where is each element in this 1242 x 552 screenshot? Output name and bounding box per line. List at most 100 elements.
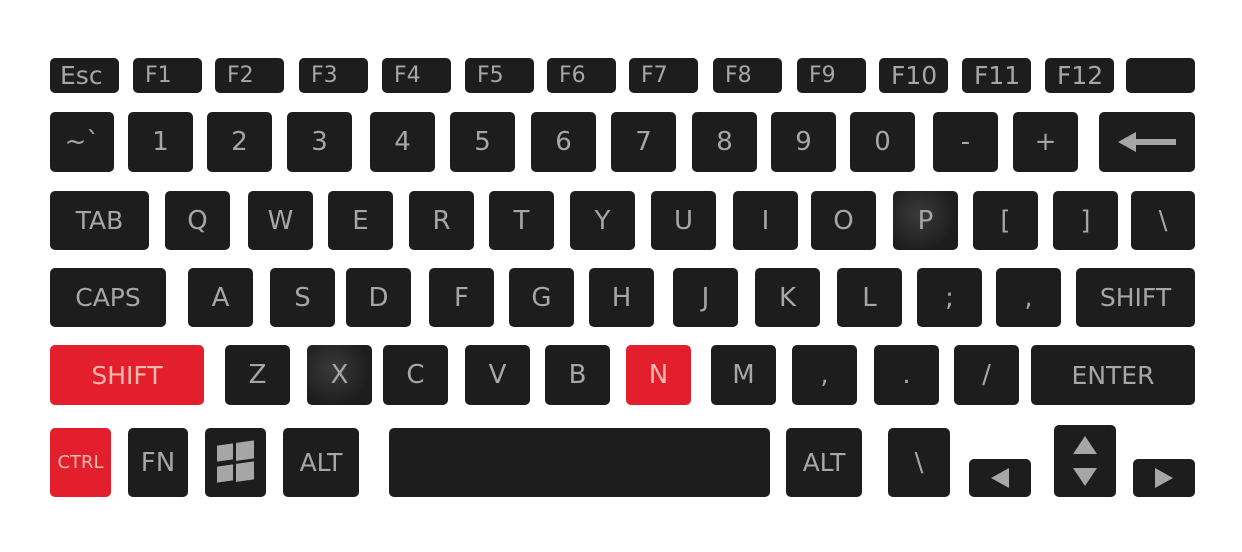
key-6-1-6[interactable]: 6	[531, 112, 596, 172]
key-label: M	[732, 360, 755, 390]
key-esc-0-0[interactable]: Esc	[50, 58, 119, 93]
key-l-3-9[interactable]: L	[837, 268, 902, 327]
key-symbol-4-8[interactable]: ,	[792, 345, 857, 405]
key-a-3-1[interactable]: A	[188, 268, 253, 327]
key-windows-logo-5-2[interactable]	[205, 428, 266, 497]
key-f2-0-2[interactable]: F2	[215, 58, 284, 93]
key-label: Z	[248, 360, 267, 390]
key-p-2-10[interactable]: P	[893, 191, 958, 250]
key-4-1-4[interactable]: 4	[370, 112, 435, 172]
key-label: 4	[394, 127, 411, 157]
key-symbol-5-6[interactable]: \	[888, 428, 950, 497]
key-f10-0-10[interactable]: F10	[879, 58, 948, 93]
key-r-2-4[interactable]: R	[409, 191, 474, 250]
key-d-3-3[interactable]: D	[346, 268, 411, 327]
key-ctrl-5-0[interactable]: CTRL	[50, 428, 111, 497]
key-tab-2-0[interactable]: TAB	[50, 191, 149, 250]
key-label: F3	[311, 63, 338, 88]
key-label: O	[833, 205, 854, 236]
key-arrow-left-5-7[interactable]	[969, 459, 1031, 497]
key-s-3-2[interactable]: S	[270, 268, 335, 327]
key-label: ~`	[64, 127, 100, 157]
key-symbol-4-9[interactable]: .	[874, 345, 939, 405]
key-j-3-7[interactable]: J	[673, 268, 738, 327]
key-f5-0-5[interactable]: F5	[465, 58, 534, 93]
key-1-1-1[interactable]: 1	[128, 112, 193, 172]
key-label: F4	[394, 63, 421, 88]
key-f3-0-3[interactable]: F3	[299, 58, 368, 93]
key-f1-0-1[interactable]: F1	[133, 58, 202, 93]
key-f7-0-7[interactable]: F7	[629, 58, 698, 93]
key-fn-5-1[interactable]: FN	[128, 428, 188, 497]
key-symbol-4-10[interactable]: /	[954, 345, 1019, 405]
key-shift-3-12[interactable]: SHIFT	[1076, 268, 1195, 327]
key-m-4-7[interactable]: M	[711, 345, 776, 405]
key-spacebar-5-4[interactable]	[389, 428, 770, 497]
key-label: \	[1158, 205, 1168, 236]
key-label: 2	[231, 127, 248, 157]
key-e-2-3[interactable]: E	[328, 191, 393, 250]
key-label: F9	[809, 63, 836, 88]
key-arrow-up-down-5-8[interactable]	[1054, 425, 1116, 497]
key-backspace-arrow-1-13[interactable]	[1099, 112, 1195, 172]
key-blank-0-13[interactable]	[1126, 58, 1195, 93]
key-f12-0-12[interactable]: F12	[1045, 58, 1114, 93]
key-u-2-7[interactable]: U	[651, 191, 716, 250]
key-symbol-2-11[interactable]: [	[973, 191, 1038, 250]
key-f6-0-6[interactable]: F6	[547, 58, 616, 93]
key-symbol-1-12[interactable]: +	[1013, 112, 1078, 172]
key-z-4-1[interactable]: Z	[225, 345, 290, 405]
key-label: F6	[559, 63, 586, 88]
key-b-4-5[interactable]: B	[545, 345, 610, 405]
key-n-4-6[interactable]: N	[626, 345, 691, 405]
key-f9-0-9[interactable]: F9	[797, 58, 866, 93]
key-i-2-8[interactable]: I	[733, 191, 798, 250]
key-9-1-9[interactable]: 9	[771, 112, 836, 172]
key-symbol-1-11[interactable]: -	[933, 112, 998, 172]
key-w-2-2[interactable]: W	[248, 191, 313, 250]
key-label: F11	[974, 61, 1021, 90]
key-v-4-4[interactable]: V	[465, 345, 530, 405]
key-symbol-3-10[interactable]: ;	[917, 268, 982, 327]
key-y-2-6[interactable]: Y	[570, 191, 635, 250]
key-label: X	[330, 360, 349, 390]
key-label: [	[1000, 205, 1011, 236]
key-5-1-5[interactable]: 5	[450, 112, 515, 172]
key-8-1-8[interactable]: 8	[692, 112, 757, 172]
key-0-1-10[interactable]: 0	[850, 112, 915, 172]
key-alt-5-3[interactable]: ALT	[283, 428, 359, 497]
key-caps-3-0[interactable]: CAPS	[50, 268, 166, 327]
key-c-4-3[interactable]: C	[383, 345, 448, 405]
key-f4-0-4[interactable]: F4	[382, 58, 451, 93]
key-symbol-1-0[interactable]: ~`	[50, 112, 114, 172]
key-7-1-7[interactable]: 7	[611, 112, 676, 172]
key-symbol-3-11[interactable]: ,	[996, 268, 1061, 327]
key-label: 5	[474, 127, 491, 157]
key-enter-4-11[interactable]: ENTER	[1031, 345, 1195, 405]
arrow-down-icon	[1073, 468, 1097, 486]
key-label: \	[914, 447, 924, 478]
key-h-3-6[interactable]: H	[589, 268, 654, 327]
key-q-2-1[interactable]: Q	[165, 191, 230, 250]
key-label: D	[368, 282, 389, 313]
key-shift-4-0[interactable]: SHIFT	[50, 345, 204, 405]
key-2-1-2[interactable]: 2	[207, 112, 272, 172]
key-label: P	[917, 205, 934, 236]
key-label: F12	[1057, 61, 1104, 90]
key-label: H	[611, 282, 632, 313]
key-g-3-5[interactable]: G	[509, 268, 574, 327]
key-t-2-5[interactable]: T	[489, 191, 554, 250]
key-f11-0-11[interactable]: F11	[962, 58, 1031, 93]
key-k-3-8[interactable]: K	[755, 268, 820, 327]
key-label: /	[982, 360, 991, 390]
key-3-1-3[interactable]: 3	[287, 112, 352, 172]
key-f-3-4[interactable]: F	[429, 268, 494, 327]
key-alt-5-5[interactable]: ALT	[786, 428, 862, 497]
key-f8-0-8[interactable]: F8	[713, 58, 782, 93]
key-x-4-2[interactable]: X	[307, 345, 372, 405]
key-arrow-right-5-9[interactable]	[1133, 459, 1195, 497]
key-symbol-2-12[interactable]: ]	[1053, 191, 1118, 250]
key-symbol-2-13[interactable]: \	[1131, 191, 1195, 250]
key-label: I	[761, 205, 770, 236]
key-o-2-9[interactable]: O	[811, 191, 876, 250]
